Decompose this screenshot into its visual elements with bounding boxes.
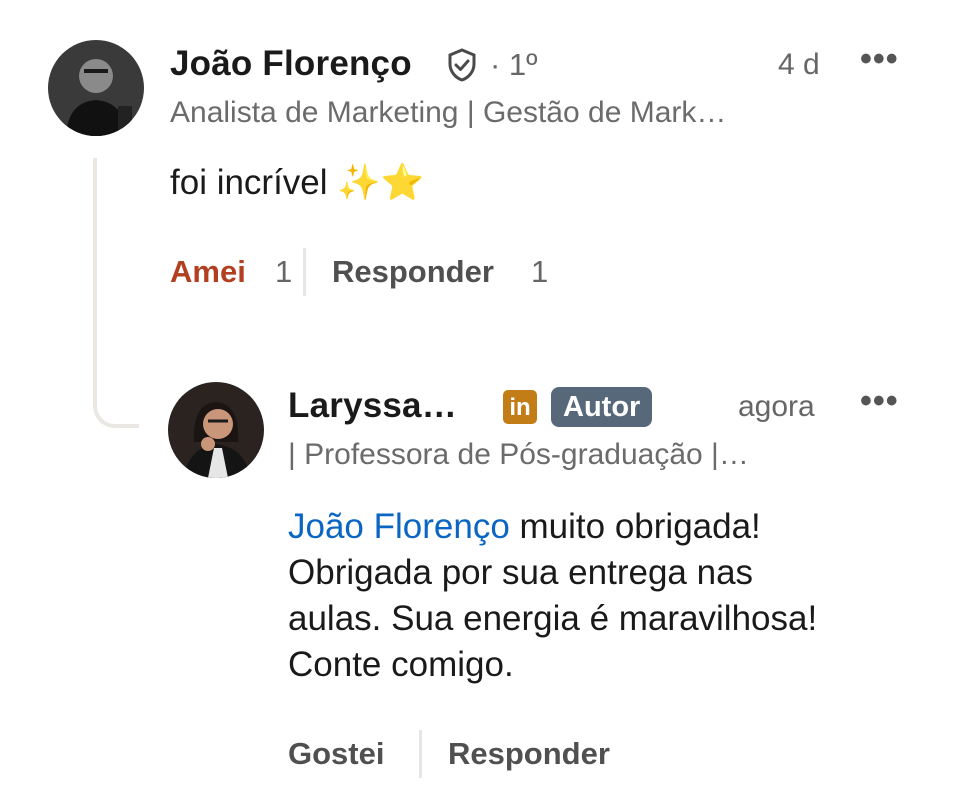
more-horizontal-icon[interactable]: ••• [860, 382, 899, 421]
avatar-laryssa[interactable] [168, 382, 264, 478]
comment-author-name[interactable]: João Florenço [170, 44, 412, 84]
thread-connector [93, 158, 139, 428]
more-horizontal-icon[interactable]: ••• [860, 40, 899, 79]
comment-time: 4 d [778, 48, 820, 81]
reply-text-line: Obrigada por sua entrega nas [288, 553, 754, 592]
connection-degree: · 1º [490, 47, 538, 82]
action-divider [419, 730, 422, 778]
avatar-joao[interactable] [48, 40, 144, 136]
comment-text: foi incrível ✨⭐ [170, 163, 425, 202]
reply-count[interactable]: 1 [531, 254, 548, 290]
linkedin-premium-icon: in [503, 390, 537, 424]
reply-button[interactable]: Responder [332, 254, 494, 290]
reply-text-line: João Florenço muito obrigada! [288, 504, 817, 550]
author-badge: Autor [551, 387, 653, 427]
reply-author-headline: | Professora de Pós-graduação |… [288, 438, 749, 471]
reply-time: agora [738, 390, 815, 423]
mention-link[interactable]: João Florenço [288, 507, 510, 546]
reply-text-segment: muito obrigada! [509, 507, 761, 546]
reaction-loved-button[interactable]: Amei [170, 254, 246, 290]
reply-text-line: aulas. Sua energia é maravilhosa! [288, 599, 818, 638]
action-divider [303, 248, 306, 296]
verified-icon [446, 48, 478, 82]
reply-button[interactable]: Responder [448, 736, 610, 772]
reply-author-name[interactable]: Laryssa… [288, 386, 457, 426]
reaction-count[interactable]: 1 [275, 254, 292, 290]
reply-text: João Florenço muito obrigada! Obrigada p… [288, 504, 817, 688]
reply-text-line: Conte comigo. [288, 645, 514, 684]
like-button[interactable]: Gostei [288, 736, 384, 772]
comment-author-headline: Analista de Marketing | Gestão de Mark… [170, 96, 727, 129]
